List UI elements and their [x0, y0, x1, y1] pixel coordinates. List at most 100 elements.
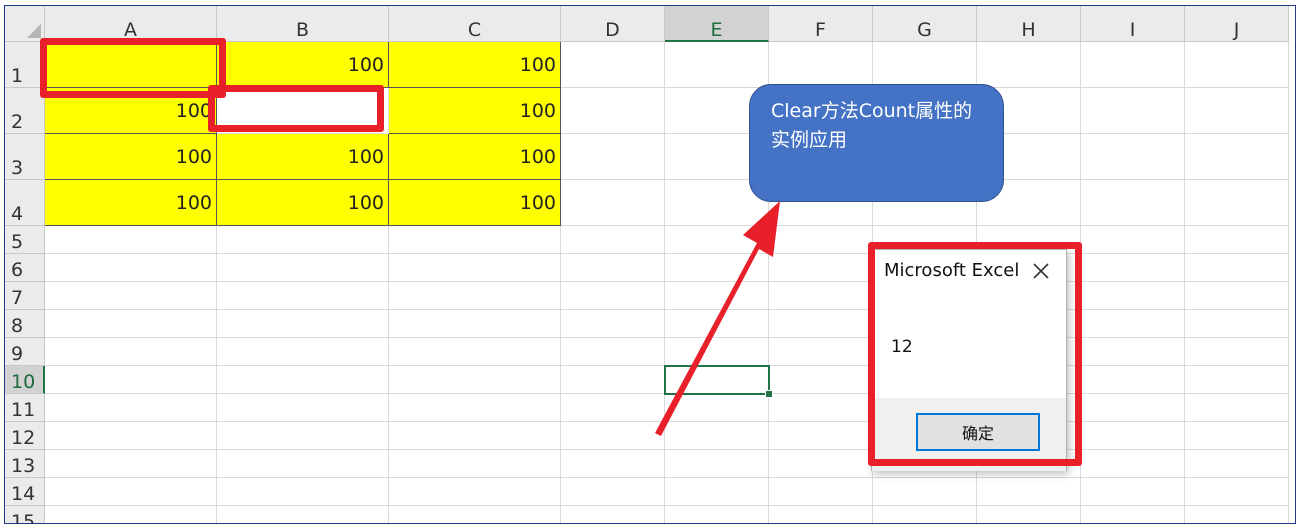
cell-i9[interactable]	[1081, 338, 1185, 366]
cell-i7[interactable]	[1081, 282, 1185, 310]
cell-e13[interactable]	[665, 450, 769, 478]
cell-i2[interactable]	[1081, 88, 1185, 134]
cell-c10[interactable]	[389, 366, 561, 394]
column-header-c[interactable]: C	[389, 6, 561, 42]
cell-c12[interactable]	[389, 422, 561, 450]
cell-e15[interactable]	[665, 506, 769, 523]
column-header-e[interactable]: E	[665, 6, 769, 42]
cell-j4[interactable]	[1185, 180, 1289, 226]
column-header-d[interactable]: D	[561, 6, 665, 42]
cell-b9[interactable]	[217, 338, 389, 366]
cell-b8[interactable]	[217, 310, 389, 338]
cell-j3[interactable]	[1185, 134, 1289, 180]
cell-j5[interactable]	[1185, 226, 1289, 254]
cell-c7[interactable]	[389, 282, 561, 310]
row-header-3[interactable]: 3	[5, 134, 45, 180]
cell-c2[interactable]: 100	[389, 88, 561, 134]
cell-f13[interactable]	[769, 450, 873, 478]
cell-f15[interactable]	[769, 506, 873, 523]
column-header-h[interactable]: H	[977, 6, 1081, 42]
cell-h1[interactable]	[977, 42, 1081, 88]
cell-j6[interactable]	[1185, 254, 1289, 282]
cell-j13[interactable]	[1185, 450, 1289, 478]
cell-j7[interactable]	[1185, 282, 1289, 310]
row-header-13[interactable]: 13	[5, 450, 45, 478]
cell-a12[interactable]	[45, 422, 217, 450]
cell-j11[interactable]	[1185, 394, 1289, 422]
cell-d1[interactable]	[561, 42, 665, 88]
cell-j9[interactable]	[1185, 338, 1289, 366]
cell-i1[interactable]	[1081, 42, 1185, 88]
cell-f14[interactable]	[769, 478, 873, 506]
cell-d3[interactable]	[561, 134, 665, 180]
cell-j15[interactable]	[1185, 506, 1289, 523]
row-header-15[interactable]: 15	[5, 506, 45, 523]
column-header-g[interactable]: G	[873, 6, 977, 42]
cell-i14[interactable]	[1081, 478, 1185, 506]
cell-b7[interactable]	[217, 282, 389, 310]
cell-a8[interactable]	[45, 310, 217, 338]
cell-b12[interactable]	[217, 422, 389, 450]
cell-c11[interactable]	[389, 394, 561, 422]
row-header-14[interactable]: 14	[5, 478, 45, 506]
cell-d14[interactable]	[561, 478, 665, 506]
cell-a15[interactable]	[45, 506, 217, 523]
cell-i4[interactable]	[1081, 180, 1185, 226]
column-header-a[interactable]: A	[45, 6, 217, 42]
cell-a6[interactable]	[45, 254, 217, 282]
cell-j12[interactable]	[1185, 422, 1289, 450]
cell-d13[interactable]	[561, 450, 665, 478]
cell-g1[interactable]	[873, 42, 977, 88]
cell-a3[interactable]: 100	[45, 134, 217, 180]
cell-g14[interactable]	[873, 478, 977, 506]
column-header-f[interactable]: F	[769, 6, 873, 42]
cell-b1[interactable]: 100	[217, 42, 389, 88]
row-header-7[interactable]: 7	[5, 282, 45, 310]
cell-i12[interactable]	[1081, 422, 1185, 450]
cell-c4[interactable]: 100	[389, 180, 561, 226]
cell-a9[interactable]	[45, 338, 217, 366]
cell-b15[interactable]	[217, 506, 389, 523]
cell-b14[interactable]	[217, 478, 389, 506]
row-header-11[interactable]: 11	[5, 394, 45, 422]
cell-a13[interactable]	[45, 450, 217, 478]
row-header-6[interactable]: 6	[5, 254, 45, 282]
cell-e1[interactable]	[665, 42, 769, 88]
cell-j10[interactable]	[1185, 366, 1289, 394]
cell-d2[interactable]	[561, 88, 665, 134]
row-header-9[interactable]: 9	[5, 338, 45, 366]
cell-i11[interactable]	[1081, 394, 1185, 422]
cell-b5[interactable]	[217, 226, 389, 254]
cell-i5[interactable]	[1081, 226, 1185, 254]
cell-c15[interactable]	[389, 506, 561, 523]
cell-c13[interactable]	[389, 450, 561, 478]
cell-j8[interactable]	[1185, 310, 1289, 338]
cell-i13[interactable]	[1081, 450, 1185, 478]
cell-d15[interactable]	[561, 506, 665, 523]
row-header-4[interactable]: 4	[5, 180, 45, 226]
cell-c14[interactable]	[389, 478, 561, 506]
cell-c9[interactable]	[389, 338, 561, 366]
cell-c6[interactable]	[389, 254, 561, 282]
row-header-10[interactable]: 10	[5, 366, 45, 394]
cell-b13[interactable]	[217, 450, 389, 478]
cell-g15[interactable]	[873, 506, 977, 523]
cell-j14[interactable]	[1185, 478, 1289, 506]
cell-j1[interactable]	[1185, 42, 1289, 88]
cell-a4[interactable]: 100	[45, 180, 217, 226]
cell-a11[interactable]	[45, 394, 217, 422]
row-header-12[interactable]: 12	[5, 422, 45, 450]
cell-c8[interactable]	[389, 310, 561, 338]
cell-i6[interactable]	[1081, 254, 1185, 282]
row-header-2[interactable]: 2	[5, 88, 45, 134]
column-header-i[interactable]: I	[1081, 6, 1185, 42]
cell-b11[interactable]	[217, 394, 389, 422]
cell-b6[interactable]	[217, 254, 389, 282]
cell-h15[interactable]	[977, 506, 1081, 523]
cell-b4[interactable]: 100	[217, 180, 389, 226]
cell-a10[interactable]	[45, 366, 217, 394]
select-all-corner[interactable]	[5, 6, 45, 42]
cell-f1[interactable]	[769, 42, 873, 88]
cell-e14[interactable]	[665, 478, 769, 506]
cell-b10[interactable]	[217, 366, 389, 394]
